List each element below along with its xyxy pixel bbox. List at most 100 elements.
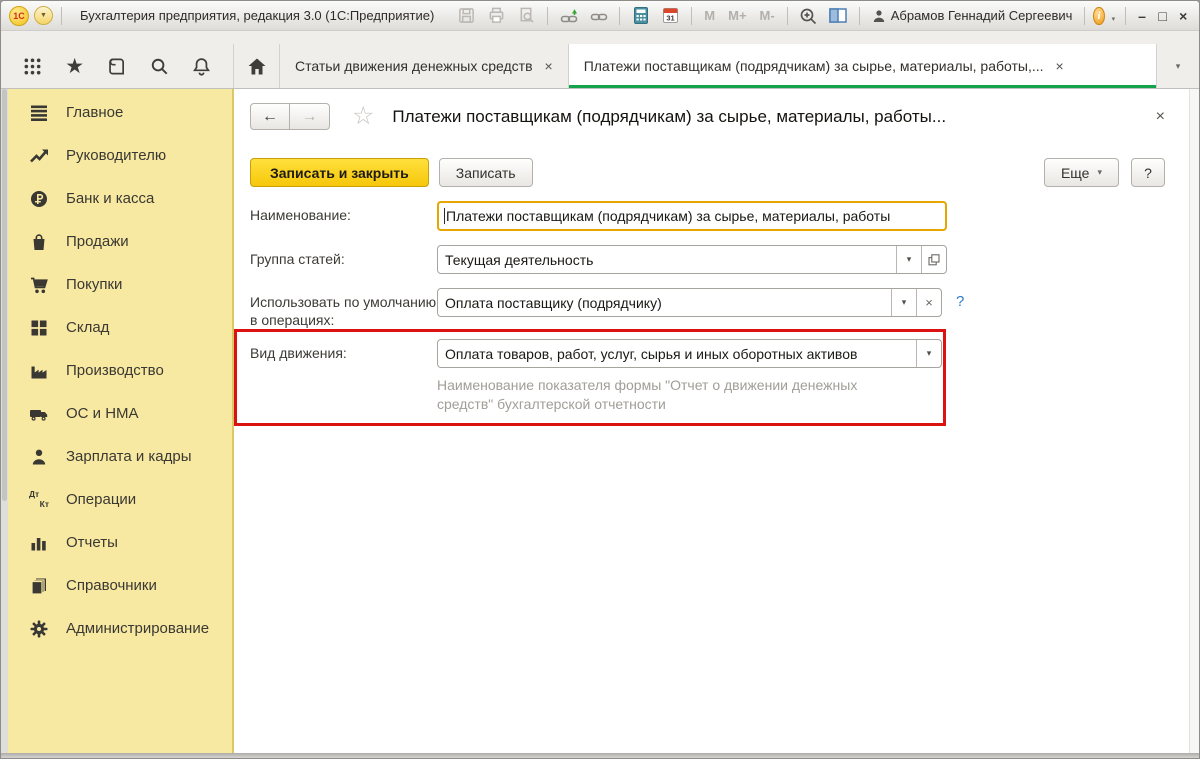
minimize-button[interactable]: –	[1134, 6, 1150, 26]
app-window: 1С ▼ Бухгалтерия предприятия, редакция 3…	[0, 0, 1200, 759]
sidebar-item-warehouse[interactable]: Склад	[9, 306, 232, 349]
add-to-favorites-icon[interactable]: ☆	[352, 104, 374, 129]
blocks-icon	[29, 318, 49, 338]
section-panel: Главное Руководителю Банк и касса Продаж…	[1, 89, 234, 753]
clear-field-icon[interactable]: ×	[916, 289, 941, 316]
history-icon[interactable]	[107, 57, 126, 76]
window-title: Бухгалтерия предприятия, редакция 3.0 (1…	[80, 8, 434, 23]
sidebar-item-manager[interactable]: Руководителю	[9, 134, 232, 177]
divider	[1084, 7, 1085, 25]
maximize-button[interactable]: □	[1155, 6, 1171, 26]
highlight-rectangle: Вид движения: Оплата товаров, работ, усл…	[234, 329, 946, 426]
main-menu-button[interactable]: ▼	[34, 6, 53, 25]
notifications-bell-icon[interactable]	[192, 57, 211, 76]
sidebar-item-fixed-assets[interactable]: ОС и НМА	[9, 392, 232, 435]
gear-icon	[29, 619, 49, 639]
name-value: Платежи поставщикам (подрядчикам) за сыр…	[446, 208, 890, 224]
favorites-icon[interactable]: ★	[65, 56, 84, 77]
window-bottom-frame	[1, 753, 1199, 758]
open-element-icon[interactable]	[921, 246, 946, 273]
sidebar-item-main[interactable]: Главное	[9, 91, 232, 134]
tab-home[interactable]	[234, 44, 280, 88]
memory-minus-button[interactable]: M-	[756, 8, 779, 23]
sidebar-item-directories[interactable]: Справочники	[9, 564, 232, 607]
memory-recall-button[interactable]: M	[700, 8, 719, 23]
chevron-down-icon: ▾	[1176, 61, 1181, 72]
element-form: Наименование: Платежи поставщикам (подря…	[250, 201, 1199, 426]
close-tab-icon[interactable]: ×	[1056, 58, 1064, 74]
chevron-down-icon[interactable]: ▾	[1112, 15, 1116, 23]
sidebar-item-label: Главное	[66, 104, 123, 121]
dropdown-arrow-icon[interactable]: ▾	[916, 340, 941, 367]
home-icon	[247, 57, 267, 76]
sidebar-item-label: Отчеты	[66, 534, 118, 551]
close-form-icon[interactable]: ×	[1156, 108, 1165, 126]
default-operations-value: Оплата поставщику (подрядчику)	[438, 289, 891, 316]
ruble-coin-icon	[29, 189, 49, 209]
dropdown-arrow-icon[interactable]: ▾	[891, 289, 916, 316]
sidebar-item-label: Производство	[66, 362, 164, 379]
sidebar-item-sales[interactable]: Продажи	[9, 220, 232, 263]
all-functions-menu-icon[interactable]	[23, 57, 42, 76]
divider	[691, 7, 692, 25]
dropdown-arrow-icon[interactable]: ▾	[896, 246, 921, 273]
help-button[interactable]: ?	[1131, 158, 1165, 187]
group-field-label: Группа статей:	[250, 245, 437, 274]
split-view-icon[interactable]	[826, 5, 851, 27]
save-icon[interactable]	[454, 5, 479, 27]
group-value: Текущая деятельность	[438, 246, 896, 273]
close-window-button[interactable]: ×	[1175, 6, 1191, 26]
memory-plus-button[interactable]: M+	[724, 8, 750, 23]
books-icon	[29, 576, 49, 596]
field-help-link[interactable]: ?	[956, 288, 964, 329]
sidebar-item-operations[interactable]: ДтКт Операции	[9, 478, 232, 521]
tab-supplier-payments[interactable]: Платежи поставщикам (подрядчикам) за сыр…	[569, 44, 1157, 88]
calendar-icon[interactable]: 31	[658, 5, 683, 27]
divider	[61, 7, 62, 25]
sidebar-item-label: Зарплата и кадры	[66, 448, 192, 465]
close-tab-icon[interactable]: ×	[545, 58, 553, 74]
divider	[547, 7, 548, 25]
print-preview-icon[interactable]	[514, 5, 539, 27]
sidebar-item-bank-cash[interactable]: Банк и касса	[9, 177, 232, 220]
group-combo[interactable]: Текущая деятельность ▾	[437, 245, 947, 274]
content-scrollbar[interactable]	[1189, 89, 1199, 753]
search-icon[interactable]	[150, 57, 169, 76]
forward-button[interactable]: →	[290, 103, 330, 130]
name-input[interactable]: Платежи поставщикам (подрядчикам) за сыр…	[437, 201, 947, 231]
get-link-icon[interactable]	[556, 5, 581, 27]
movement-kind-value: Оплата товаров, работ, услуг, сырья и ин…	[438, 340, 916, 367]
tab-bar: ★ Статьи движения денежных средств × Пла…	[1, 31, 1199, 89]
tab-label: Платежи поставщикам (подрядчикам) за сыр…	[584, 58, 1044, 74]
calendar-day: 31	[667, 14, 675, 23]
divider	[619, 7, 620, 25]
divider	[859, 7, 860, 25]
sidebar-item-salary-hr[interactable]: Зарплата и кадры	[9, 435, 232, 478]
sidebar-item-reports[interactable]: Отчеты	[9, 521, 232, 564]
name-field-label: Наименование:	[250, 201, 437, 231]
movement-kind-combo[interactable]: Оплата товаров, работ, услуг, сырья и ин…	[437, 339, 942, 368]
sidebar-item-administration[interactable]: Администрирование	[9, 607, 232, 650]
tab-cash-flow-items[interactable]: Статьи движения денежных средств ×	[280, 44, 569, 88]
back-button[interactable]: ←	[250, 103, 290, 130]
zoom-icon[interactable]	[796, 5, 821, 27]
calculator-icon[interactable]	[628, 5, 653, 27]
shopping-bag-icon	[29, 232, 49, 252]
more-button[interactable]: Еще ▾	[1044, 158, 1119, 187]
go-to-link-icon[interactable]	[586, 5, 611, 27]
default-operations-combo[interactable]: Оплата поставщику (подрядчику) ▾ ×	[437, 288, 942, 317]
save-and-close-button[interactable]: Записать и закрыть	[250, 158, 429, 187]
save-button[interactable]: Записать	[439, 158, 533, 187]
current-user[interactable]: Абрамов Геннадий Сергеевич	[868, 8, 1077, 23]
divider	[787, 7, 788, 25]
tab-list-button[interactable]: ▾	[1157, 44, 1199, 88]
menu-lines-icon	[29, 103, 49, 123]
sidebar-item-purchases[interactable]: Покупки	[9, 263, 232, 306]
sidebar-item-production[interactable]: Производство	[9, 349, 232, 392]
info-button[interactable]: i	[1093, 7, 1104, 25]
sidebar-scrollbar[interactable]	[1, 89, 8, 753]
divider	[1125, 7, 1126, 25]
print-icon[interactable]	[484, 5, 509, 27]
tab-label: Статьи движения денежных средств	[295, 58, 533, 74]
shopping-cart-icon	[29, 275, 49, 295]
